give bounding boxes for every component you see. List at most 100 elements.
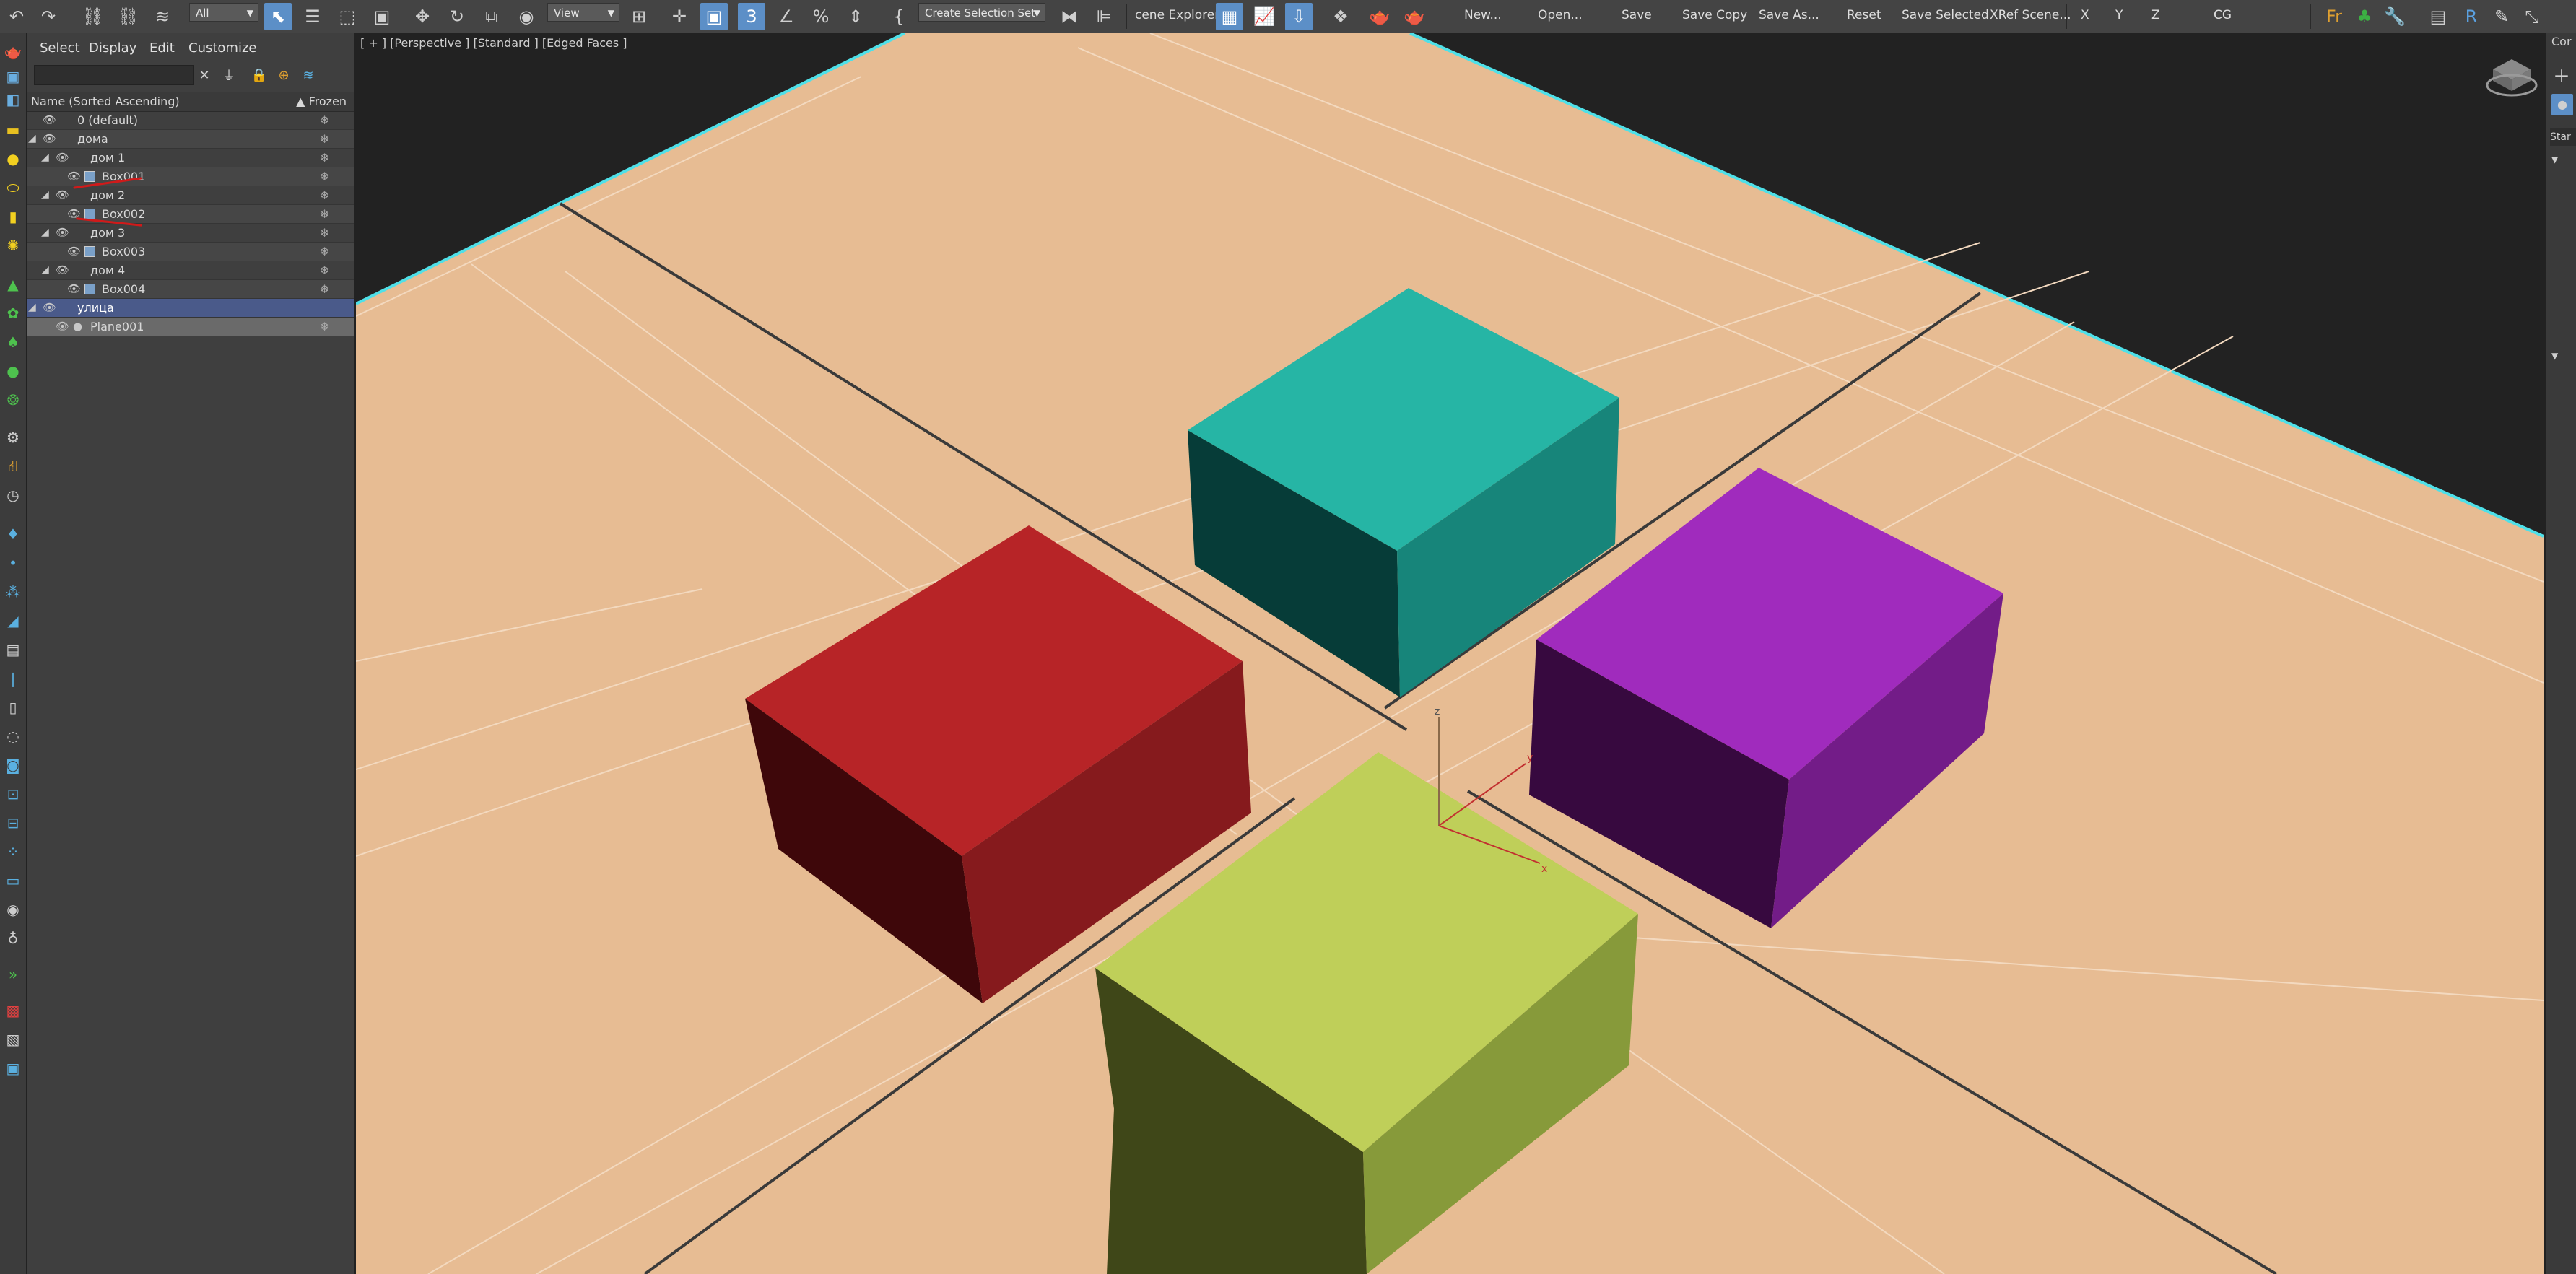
collapse-triangle-icon[interactable]: ◢ — [41, 261, 49, 279]
image-icon[interactable]: ▧ — [3, 1029, 23, 1050]
collapse-triangle-icon[interactable]: ◢ — [41, 149, 49, 167]
collapse-triangle-icon[interactable]: ◢ — [28, 130, 36, 148]
rotate-icon[interactable]: ↻ — [443, 3, 471, 30]
teapot-icon[interactable]: 🫖 — [3, 42, 23, 62]
gear-icon[interactable]: ⚙ — [3, 427, 23, 448]
place-icon[interactable]: ◉ — [513, 3, 540, 30]
layer-row[interactable]: ◢ 👁 дом 2 ❄ — [27, 186, 354, 205]
viewport-scene[interactable]: z y x — [356, 33, 2544, 1274]
eye-icon[interactable]: 👁 — [67, 280, 81, 298]
eye-icon[interactable]: 👁 — [43, 111, 56, 129]
save-as-button[interactable]: Save As... — [1759, 0, 1819, 33]
move-icon[interactable]: ✥ — [409, 3, 436, 30]
geometry-icon[interactable]: ● — [2551, 94, 2573, 115]
object-row[interactable]: 👁 Box002 ❄ — [27, 205, 354, 224]
checker-icon[interactable]: ▩ — [3, 1000, 23, 1021]
select-manipulate-icon[interactable]: ✛ — [666, 3, 693, 30]
xref-scene-button[interactable]: XRef Scene... — [1990, 0, 2071, 33]
box-helper-icon[interactable]: ⊡ — [3, 784, 23, 804]
rollout-triangle-icon[interactable]: ▼ — [2551, 351, 2558, 361]
collapse-triangle-icon[interactable]: ◢ — [41, 186, 49, 204]
cg-button[interactable]: CG — [2214, 0, 2232, 33]
freeze-icon[interactable]: ❄ — [320, 130, 329, 148]
eye-icon[interactable]: 👁 — [67, 167, 81, 186]
menu-edit[interactable]: Edit — [149, 40, 175, 56]
freeze-icon[interactable]: ❄ — [320, 318, 329, 336]
lock-shape-icon[interactable]: ▯ — [3, 697, 23, 717]
layer-row[interactable]: ◢ 👁 дом 1 ❄ — [27, 149, 354, 167]
eye-icon[interactable]: 👁 — [56, 318, 69, 336]
eye-icon[interactable]: 👁 — [56, 149, 69, 167]
freeze-icon[interactable]: ❄ — [320, 167, 329, 186]
scale-icon[interactable]: ⧉ — [478, 3, 505, 30]
plane-helper-icon[interactable]: ▭ — [3, 871, 23, 891]
object-row-selected[interactable]: 👁 ● Plane001 ❄ — [27, 318, 354, 336]
freeze-icon[interactable]: ❄ — [320, 243, 329, 261]
menu-display[interactable]: Display — [89, 40, 136, 56]
capsule-icon[interactable]: ◙ — [3, 755, 23, 775]
eye-icon[interactable]: 👁 — [43, 299, 56, 317]
timer-icon[interactable]: ◷ — [3, 485, 23, 505]
rs-icon[interactable]: R — [2458, 3, 2485, 30]
torus-icon[interactable]: ⬭ — [3, 178, 23, 198]
freeze-icon[interactable]: ❄ — [320, 205, 329, 223]
object-row[interactable]: 👁 Box003 ❄ — [27, 243, 354, 261]
column-frozen[interactable]: ▲ Frozen — [296, 95, 347, 108]
angle-snap-icon[interactable]: ∠ — [773, 3, 800, 30]
eye-icon[interactable]: 👁 — [56, 224, 69, 242]
camera-frame-icon[interactable]: ▣ — [3, 1058, 23, 1078]
new-button[interactable]: New... — [1464, 0, 1502, 33]
rock-icon[interactable]: ● — [3, 361, 23, 381]
mirror-icon[interactable]: ⧓ — [1056, 3, 1083, 30]
sphere-icon[interactable]: ● — [3, 149, 23, 169]
unlink-icon[interactable]: ⛓ — [114, 3, 142, 30]
collapse-triangle-icon[interactable]: ◢ — [41, 224, 49, 242]
render-setup-icon[interactable]: 🫖 — [1366, 3, 1393, 30]
freeze-icon[interactable]: ❄ — [320, 280, 329, 298]
ring-icon[interactable]: ◌ — [3, 726, 23, 746]
tool-icon[interactable]: ⤡ — [2518, 3, 2546, 30]
foliage-icon[interactable]: ✿ — [3, 303, 23, 323]
rectangular-selection-icon[interactable]: ⬚ — [334, 3, 361, 30]
link-icon[interactable]: ⛓ — [79, 3, 107, 30]
selection-filter-dropdown[interactable]: All ▼ — [189, 3, 258, 22]
layers-stack-icon[interactable]: ≋ — [298, 65, 318, 85]
axis-x-button[interactable]: X — [2081, 0, 2089, 33]
eye-helper-icon[interactable]: ◉ — [3, 899, 23, 920]
layer-row[interactable]: ◢ 👁 дома ❄ — [27, 130, 354, 149]
filter-icon[interactable]: ⏚ — [219, 65, 239, 85]
redo-icon[interactable]: ↷ — [35, 3, 62, 30]
freeze-icon[interactable]: ❄ — [320, 149, 329, 167]
window-crossing-icon[interactable]: ▣ — [368, 3, 396, 30]
schematic-view-icon[interactable]: ⇩ — [1285, 3, 1313, 30]
axis-z-button[interactable]: Z — [2151, 0, 2160, 33]
freeze-icon[interactable]: ❄ — [320, 186, 329, 204]
rollout-triangle-icon[interactable]: ▼ — [2551, 154, 2558, 165]
curve-editor-icon[interactable]: 📈 — [1250, 3, 1278, 30]
viewport-label[interactable]: [ + ] [Perspective ] [Standard ] [Edged … — [360, 36, 627, 50]
menu-select[interactable]: Select — [40, 40, 80, 56]
collapse-triangle-icon[interactable]: ◢ — [28, 299, 36, 317]
layer-row[interactable]: ◢ 👁 дом 4 ❄ — [27, 261, 354, 280]
grid-icon[interactable]: ▤ — [2424, 3, 2452, 30]
select-by-name-icon[interactable]: ☰ — [299, 3, 326, 30]
scatter-icon[interactable]: ⁘ — [3, 842, 23, 862]
menu-customize[interactable]: Customize — [188, 40, 256, 56]
eye-icon[interactable]: 👁 — [56, 261, 69, 279]
render-icon[interactable]: 🫖 — [1401, 3, 1428, 30]
reference-coordinate-dropdown[interactable]: View ▼ — [547, 3, 619, 22]
named-selection-set-dropdown[interactable]: Create Selection Set ▼ — [918, 3, 1045, 22]
dot-icon[interactable]: • — [3, 553, 23, 573]
freeze-icon[interactable]: ❄ — [320, 224, 329, 242]
wreath-icon[interactable]: ❂ — [3, 390, 23, 410]
save-button[interactable]: Save — [1622, 0, 1652, 33]
axis-y-button[interactable]: Y — [2115, 0, 2123, 33]
scene-explorer-toggle[interactable]: cene Explorer — [1135, 0, 1219, 33]
save-copy-button[interactable]: Save Copy — [1682, 0, 1747, 33]
new-layer-icon[interactable]: ⊕ — [274, 65, 294, 85]
reset-button[interactable]: Reset — [1847, 0, 1881, 33]
sun-icon[interactable]: ✺ — [3, 235, 23, 256]
tree-icon[interactable]: ♣ — [2351, 3, 2378, 30]
clear-search-icon[interactable]: ✕ — [194, 65, 214, 85]
viewcube-icon[interactable] — [2483, 51, 2541, 108]
